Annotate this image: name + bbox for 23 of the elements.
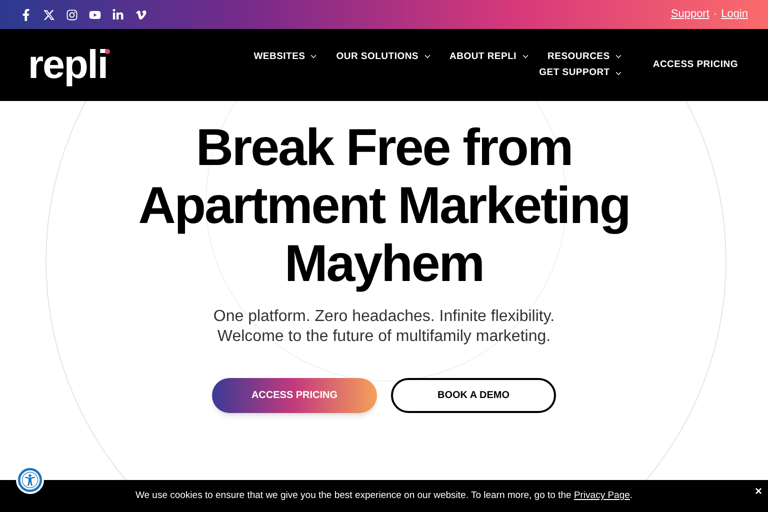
accessibility-button[interactable] [16,466,44,494]
access-pricing-link[interactable]: ACCESS PRICING [652,58,738,72]
instagram-icon[interactable] [66,8,78,20]
access-pricing-button[interactable]: ACCESS PRICING [212,378,377,413]
hero-title: Break Free from Apartment Marketing Mayhem [137,119,631,293]
cookie-notice: We use cookies to ensure that we give you the best experience on our website. To learn more, go to the Privacy Page. [135,488,633,503]
vimeo-icon[interactable] [135,8,147,20]
linkedin-icon[interactable] [112,8,124,20]
nav-menu-item[interactable]: GET SUPPORT [539,66,623,80]
nav-menu-item[interactable]: ABOUT REPLI [450,50,530,64]
close-button[interactable]: × [754,482,762,500]
separator: · [713,7,718,22]
hero-subtitle: One platform. Zero headaches. Infinite flexibility. [213,307,555,327]
x-icon[interactable] [43,8,55,20]
hero-subtitle: Welcome to the future of multifamily marketing. [217,327,551,347]
privacy-page-link[interactable]: Privacy Page [574,490,630,501]
facebook-icon[interactable] [20,8,32,20]
nav-menu-item[interactable]: OUR SOLUTIONS [336,50,432,64]
book-demo-button[interactable]: BOOK A DEMO [391,378,556,413]
nav-menu-item[interactable]: WEBSITES [254,50,318,64]
youtube-icon[interactable] [89,8,101,20]
logo[interactable]: repli [28,45,108,85]
nav-menu-item[interactable]: RESOURCES [548,50,623,64]
